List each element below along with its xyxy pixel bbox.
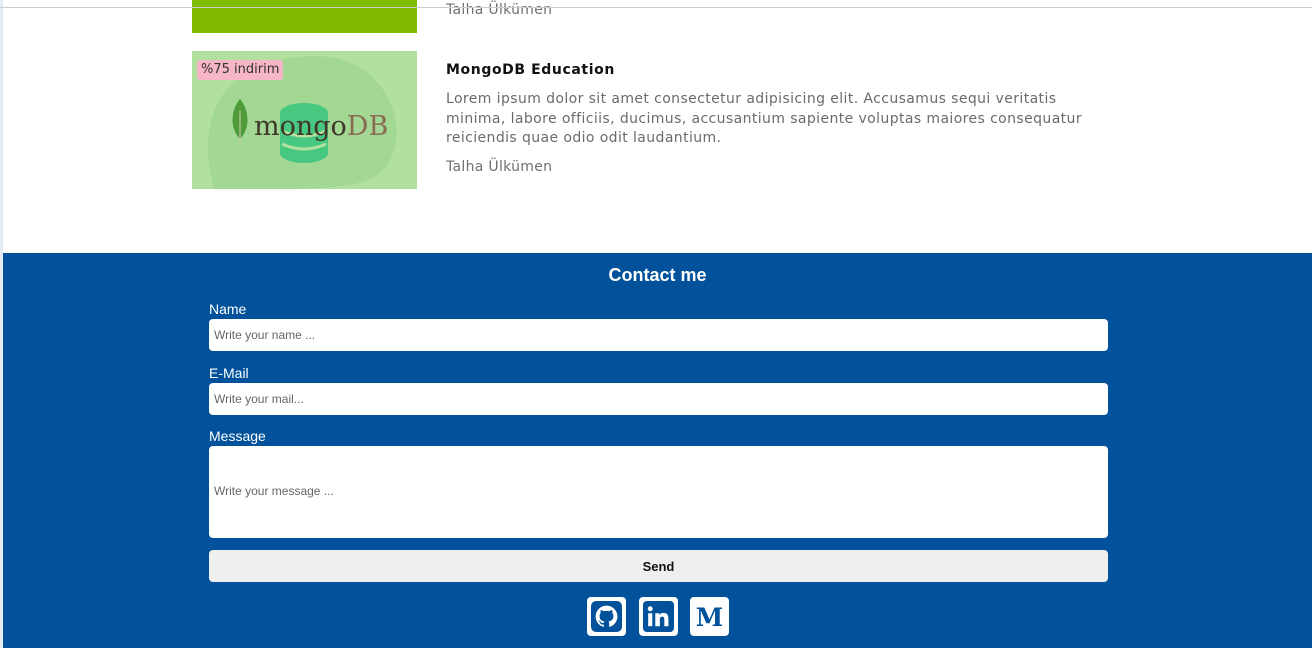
name-input[interactable] <box>209 319 1108 351</box>
message-label: Message <box>209 428 266 444</box>
send-button[interactable]: Send <box>209 550 1108 582</box>
course-title[interactable]: MongoDB Education <box>446 62 615 78</box>
contact-title: Contact me <box>608 265 707 285</box>
message-textarea[interactable] <box>209 446 1108 538</box>
medium-link[interactable]: M <box>690 597 729 636</box>
discount-badge: %75 indirim <box>197 60 284 80</box>
browser-top-border <box>0 7 1312 8</box>
email-label: E-Mail <box>209 365 249 381</box>
email-input[interactable] <box>209 383 1108 415</box>
course-thumbnail[interactable]: mongoDB %75 indirim <box>192 51 417 189</box>
medium-icon: M <box>696 603 723 632</box>
course-description: Lorem ipsum dolor sit amet consectetur a… <box>446 91 1082 146</box>
name-label: Name <box>209 301 247 317</box>
github-icon <box>591 601 622 632</box>
previous-course-thumbnail[interactable] <box>192 0 417 33</box>
contact-footer: Contact me Name E-Mail Message Send M <box>3 253 1312 648</box>
svg-text:mongoDB: mongoDB <box>254 111 388 142</box>
linkedin-link[interactable] <box>639 597 678 636</box>
github-link[interactable] <box>587 597 626 636</box>
course-author: Talha Ülkümen <box>446 159 553 175</box>
svg-text:M: M <box>696 603 723 632</box>
linkedin-icon <box>643 601 674 632</box>
previous-course-author: Talha Ülkümen <box>446 2 553 18</box>
